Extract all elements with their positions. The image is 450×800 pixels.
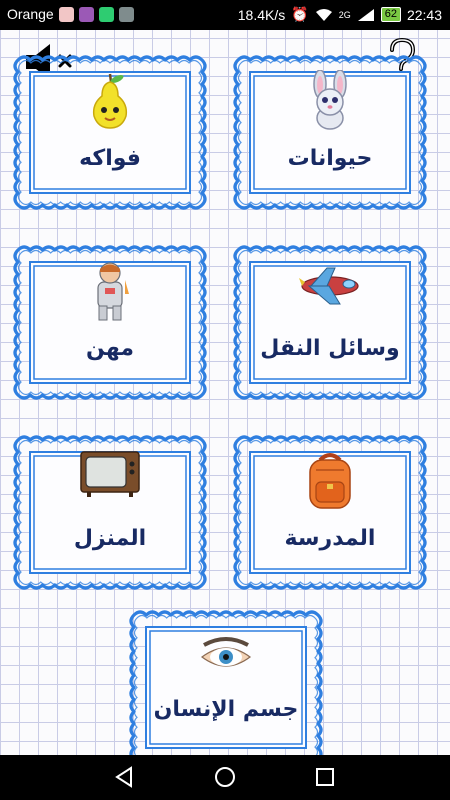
category-card-school[interactable]: المدرسة: [228, 430, 432, 595]
tv-icon: [80, 451, 140, 497]
back-triangle-icon[interactable]: [113, 765, 137, 789]
category-label: جسم الإنسان: [153, 697, 299, 722]
eye-icon: [200, 637, 252, 667]
network-type: 2G: [338, 9, 351, 20]
category-card-transport[interactable]: وسائل النقل: [228, 240, 432, 405]
battery-indicator: 62: [380, 7, 401, 22]
astronaut-icon: [97, 262, 129, 321]
category-label: حيوانات: [287, 146, 373, 171]
navigation-bar: [0, 755, 450, 800]
category-label: مهن: [86, 336, 134, 361]
clock: 22:43: [406, 6, 442, 23]
alarm-icon: ⏰: [291, 6, 309, 22]
category-card-home[interactable]: المنزل: [8, 430, 212, 595]
notification-app-icon: [78, 6, 94, 22]
bunny-icon: [313, 70, 347, 130]
wifi-icon: [315, 8, 332, 21]
category-label: المنزل: [73, 526, 147, 551]
category-card-animals[interactable]: حيوانات: [228, 50, 432, 215]
airplane-icon: [299, 267, 359, 305]
network-speed: 18.4K/s: [237, 6, 286, 23]
category-card-human-body[interactable]: جسم الإنسان: [124, 605, 328, 770]
recents-square-icon[interactable]: [313, 765, 337, 789]
category-card-fruits[interactable]: فواكه: [8, 50, 212, 215]
pear-icon: [92, 73, 128, 129]
status-bar: Orange 18.4K/s ⏰ 2G 62 22:43: [0, 0, 450, 30]
signal-icon: [357, 8, 374, 21]
category-label: فواكه: [79, 146, 141, 171]
notification-app-icon: [118, 6, 134, 22]
home-circle-icon[interactable]: [213, 765, 237, 789]
category-label: المدرسة: [284, 526, 376, 551]
category-card-professions[interactable]: مهن: [8, 240, 212, 405]
category-label: وسائل النقل: [260, 336, 400, 361]
backpack-icon: [309, 453, 351, 509]
notification-app-icon: [58, 6, 74, 22]
notification-app-icon: [98, 6, 114, 22]
carrier-label: Orange: [7, 6, 54, 22]
